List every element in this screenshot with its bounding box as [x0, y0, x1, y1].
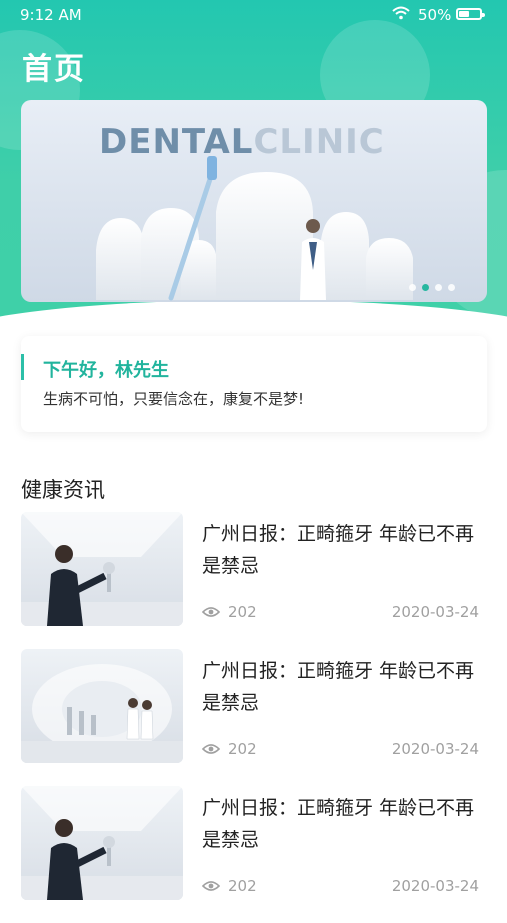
news-view-count: 202 [228, 877, 257, 895]
wifi-icon [392, 6, 410, 20]
carousel-dot[interactable] [435, 284, 442, 291]
news-views: 202 [202, 740, 257, 758]
carousel-dot[interactable] [422, 284, 429, 291]
news-view-count: 202 [228, 603, 257, 621]
battery-percent: 50% [418, 6, 452, 24]
news-date: 2020-03-24 [391, 740, 479, 758]
battery-icon [456, 8, 485, 20]
header-wave [0, 300, 507, 330]
news-item[interactable]: 广州日报：正畸箍牙 年龄已不再是禁忌 202 2020-03-24 [21, 649, 487, 786]
greeting-accent-bar [21, 354, 24, 380]
news-views: 202 [202, 877, 257, 895]
battery-fill [459, 11, 469, 17]
page-title: 首页 [22, 52, 86, 87]
banner-heading: DENTALCLINIC [99, 122, 385, 162]
carousel-indicator[interactable] [409, 284, 455, 291]
eye-icon [202, 607, 220, 617]
news-list: 广州日报：正畸箍牙 年龄已不再是禁忌 202 2020-03-24 广州日报：正… [21, 512, 487, 923]
news-view-count: 202 [228, 740, 257, 758]
news-item[interactable]: 广州日报：正畸箍牙 年龄已不再是禁忌 202 2020-03-24 [21, 512, 487, 649]
dental-clinic-banner[interactable]: DENTALCLINIC [21, 100, 487, 302]
news-thumbnail [21, 786, 183, 900]
news-item[interactable]: 广州日报：正畸箍牙 年龄已不再是禁忌 202 2020-03-24 [21, 786, 487, 923]
news-date: 2020-03-24 [391, 603, 479, 621]
carousel-dot[interactable] [448, 284, 455, 291]
news-views: 202 [202, 603, 257, 621]
status-bar: 9:12 AM 50% [0, 0, 507, 30]
carousel-dot[interactable] [409, 284, 416, 291]
news-title: 广州日报：正畸箍牙 年龄已不再是禁忌 [202, 797, 475, 851]
news-title: 广州日报：正畸箍牙 年龄已不再是禁忌 [202, 523, 475, 577]
news-thumbnail [21, 649, 183, 763]
news-date: 2020-03-24 [391, 877, 479, 895]
eye-icon [202, 744, 220, 754]
news-thumbnail [21, 512, 183, 626]
greeting-card: 下午好，林先生 生病不可怕，只要信念在，康复不是梦! [21, 336, 487, 432]
status-time: 9:12 AM [20, 6, 82, 24]
eye-icon [202, 881, 220, 891]
news-title: 广州日报：正畸箍牙 年龄已不再是禁忌 [202, 660, 475, 714]
section-title-health-news: 健康资讯 [21, 478, 105, 502]
greeting-subtitle: 生病不可怕，只要信念在，康复不是梦! [43, 390, 305, 408]
greeting-title: 下午好，林先生 [43, 360, 169, 381]
